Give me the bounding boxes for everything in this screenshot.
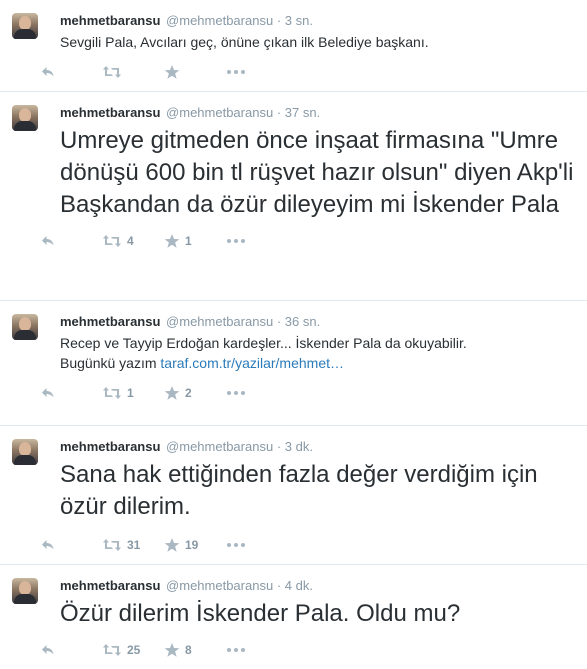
retweet-count: 1 xyxy=(127,386,134,400)
favorite-button[interactable]: 1 xyxy=(164,233,226,249)
favorite-button[interactable] xyxy=(164,64,226,80)
reply-button[interactable] xyxy=(40,642,102,658)
tweet-timestamp[interactable]: 4 dk. xyxy=(285,578,313,593)
tweet[interactable]: mehmetbaransu @mehmetbaransu · 4 dk. Özü… xyxy=(0,565,587,669)
more-button[interactable] xyxy=(226,389,288,397)
user-fullname[interactable]: mehmetbaransu xyxy=(60,13,160,28)
user-handle[interactable]: @mehmetbaransu xyxy=(166,13,273,28)
user-handle[interactable]: @mehmetbaransu xyxy=(166,314,273,329)
retweet-button[interactable] xyxy=(102,64,164,80)
retweet-icon xyxy=(102,537,122,553)
tweet-timeline: mehmetbaransu @mehmetbaransu · 3 sn. Sev… xyxy=(0,0,587,669)
reply-button[interactable] xyxy=(40,64,102,80)
tweet-text-prefix: Bugünkü yazım xyxy=(60,355,157,371)
more-icon xyxy=(226,646,246,654)
tweet[interactable]: mehmetbaransu @mehmetbaransu · 3 sn. Sev… xyxy=(0,0,587,92)
tweet-header: mehmetbaransu @mehmetbaransu · 3 sn. xyxy=(60,12,575,30)
user-handle[interactable]: @mehmetbaransu xyxy=(166,439,273,454)
retweet-count: 31 xyxy=(127,538,141,552)
retweet-icon xyxy=(102,385,122,401)
tweet-text: Recep ve Tayyip Erdoğan kardeşler... İsk… xyxy=(60,333,575,373)
avatar[interactable] xyxy=(12,578,38,604)
more-button[interactable] xyxy=(226,646,288,654)
user-fullname[interactable]: mehmetbaransu xyxy=(60,105,160,120)
star-icon xyxy=(164,385,180,401)
tweet-actions: 25 8 xyxy=(40,636,575,664)
avatar[interactable] xyxy=(12,105,38,131)
tweet-text: Umreye gitmeden önce inşaat firmasına "U… xyxy=(60,127,574,218)
tweet-actions: 1 2 xyxy=(40,379,575,407)
more-icon xyxy=(226,68,246,76)
favorite-count: 2 xyxy=(185,386,192,400)
separator-dot: · xyxy=(276,439,282,454)
reply-icon xyxy=(40,537,56,553)
retweet-icon xyxy=(102,64,122,80)
tweet-text-line: Bugünkü yazım taraf.com.tr/yazilar/mehme… xyxy=(60,353,575,373)
favorite-button[interactable]: 8 xyxy=(164,642,226,658)
separator-dot: · xyxy=(276,578,282,593)
tweet-actions xyxy=(40,58,575,86)
tweet-timestamp[interactable]: 37 sn. xyxy=(285,105,320,120)
tweet-header: mehmetbaransu @mehmetbaransu · 36 sn. xyxy=(60,313,575,331)
more-button[interactable] xyxy=(226,68,288,76)
tweet-text: Sana hak ettiğinden fazla değer verdiğim… xyxy=(60,461,538,520)
tweet-header: mehmetbaransu @mehmetbaransu · 3 dk. xyxy=(60,438,575,456)
separator-dot: · xyxy=(276,105,282,120)
reply-icon xyxy=(40,385,56,401)
avatar[interactable] xyxy=(12,439,38,465)
reply-icon xyxy=(40,64,56,80)
more-button[interactable] xyxy=(226,541,288,549)
reply-icon xyxy=(40,233,56,249)
favorite-button[interactable]: 19 xyxy=(164,537,226,553)
favorite-count: 8 xyxy=(185,643,192,657)
retweet-button[interactable]: 4 xyxy=(102,233,164,249)
tweet-link[interactable]: taraf.com.tr/yazilar/mehmet… xyxy=(160,355,344,371)
favorite-count: 19 xyxy=(185,538,199,552)
favorite-count: 1 xyxy=(185,234,192,248)
separator-dot: · xyxy=(276,13,282,28)
user-fullname[interactable]: mehmetbaransu xyxy=(60,439,160,454)
star-icon xyxy=(164,537,180,553)
tweet-header: mehmetbaransu @mehmetbaransu · 37 sn. xyxy=(60,104,575,122)
more-icon xyxy=(226,389,246,397)
more-button[interactable] xyxy=(226,237,288,245)
more-icon xyxy=(226,237,246,245)
retweet-button[interactable]: 31 xyxy=(102,537,164,553)
reply-button[interactable] xyxy=(40,385,102,401)
retweet-count: 4 xyxy=(127,234,134,248)
star-icon xyxy=(164,642,180,658)
favorite-button[interactable]: 2 xyxy=(164,385,226,401)
retweet-button[interactable]: 1 xyxy=(102,385,164,401)
retweet-count: 25 xyxy=(127,643,141,657)
tweet-timestamp[interactable]: 36 sn. xyxy=(285,314,320,329)
reply-button[interactable] xyxy=(40,233,102,249)
tweet[interactable]: mehmetbaransu @mehmetbaransu · 36 sn. Re… xyxy=(0,301,587,426)
user-fullname[interactable]: mehmetbaransu xyxy=(60,314,160,329)
retweet-button[interactable]: 25 xyxy=(102,642,164,658)
reply-button[interactable] xyxy=(40,537,102,553)
tweet[interactable]: mehmetbaransu @mehmetbaransu · 3 dk. San… xyxy=(0,426,587,565)
tweet-text-line: Recep ve Tayyip Erdoğan kardeşler... İsk… xyxy=(60,335,467,351)
tweet-actions: 31 19 xyxy=(40,531,575,559)
reply-icon xyxy=(40,642,56,658)
tweet[interactable]: mehmetbaransu @mehmetbaransu · 37 sn. Um… xyxy=(0,92,587,301)
user-fullname[interactable]: mehmetbaransu xyxy=(60,578,160,593)
tweet-header: mehmetbaransu @mehmetbaransu · 4 dk. xyxy=(60,577,575,595)
star-icon xyxy=(164,233,180,249)
tweet-text: Özür dilerim İskender Pala. Oldu mu? xyxy=(60,600,461,627)
avatar[interactable] xyxy=(12,314,38,340)
user-handle[interactable]: @mehmetbaransu xyxy=(166,578,273,593)
avatar[interactable] xyxy=(12,13,38,39)
tweet-timestamp[interactable]: 3 sn. xyxy=(285,13,313,28)
separator-dot: · xyxy=(276,314,282,329)
tweet-timestamp[interactable]: 3 dk. xyxy=(285,439,313,454)
tweet-text: Sevgili Pala, Avcıları geç, önüne çıkan … xyxy=(60,34,429,50)
user-handle[interactable]: @mehmetbaransu xyxy=(166,105,273,120)
star-icon xyxy=(164,64,180,80)
tweet-actions: 4 1 xyxy=(40,227,575,255)
more-icon xyxy=(226,541,246,549)
retweet-icon xyxy=(102,233,122,249)
retweet-icon xyxy=(102,642,122,658)
